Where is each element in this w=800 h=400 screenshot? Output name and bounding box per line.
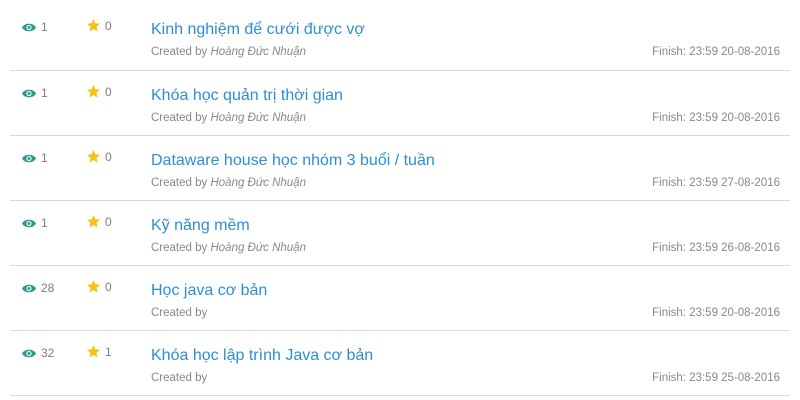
star-count: 0	[86, 84, 112, 99]
created-by: Created by Hoàng Đức Nhuận	[151, 46, 306, 58]
created-by-label: Created by	[151, 372, 208, 384]
list-item[interactable]: 1 0 Dataware house học nhóm 3 buổi / tuầ…	[10, 136, 790, 201]
created-by-label: Created by	[151, 242, 208, 254]
task-title-link[interactable]: Kỹ năng mềm	[151, 217, 250, 235]
star-count-value: 0	[105, 279, 112, 294]
author-name: Hoàng Đức Nhuận	[210, 46, 306, 58]
star-icon[interactable]	[86, 214, 101, 229]
star-count: 1	[86, 344, 112, 359]
task-title-link[interactable]: Học java cơ bản	[151, 282, 267, 300]
finish-time: Finish: 23:59 20-08-2016	[652, 307, 780, 319]
view-count-value: 1	[41, 216, 48, 230]
star-count-value: 0	[105, 84, 112, 99]
view-count: 1	[22, 20, 48, 34]
created-by-label: Created by	[151, 177, 208, 189]
view-count-value: 28	[41, 281, 55, 295]
star-count: 0	[86, 214, 112, 229]
star-count: 0	[86, 149, 112, 164]
view-count-value: 1	[41, 86, 48, 100]
list-item[interactable]: 28 0 Học java cơ bản Created by Finish: …	[10, 266, 790, 331]
task-list: 1 0 Kinh nghiệm để cưới được vợ Created …	[10, 5, 790, 396]
created-by-label: Created by	[151, 46, 208, 58]
created-by: Created by Hoàng Đức Nhuận	[151, 242, 306, 254]
list-item[interactable]: 1 0 Kinh nghiệm để cưới được vợ Created …	[10, 5, 790, 71]
view-count: 32	[22, 346, 54, 360]
author-name: Hoàng Đức Nhuận	[210, 242, 306, 254]
finish-time: Finish: 23:59 27-08-2016	[652, 177, 780, 189]
created-by: Created by Hoàng Đức Nhuận	[151, 177, 306, 189]
created-by: Created by	[151, 307, 207, 319]
star-icon[interactable]	[86, 18, 101, 33]
eye-icon	[22, 284, 36, 292]
star-icon[interactable]	[86, 149, 101, 164]
view-count: 28	[22, 281, 54, 295]
star-count-value: 0	[105, 149, 112, 164]
star-icon[interactable]	[86, 279, 101, 294]
view-count-value: 32	[41, 346, 55, 360]
list-item[interactable]: 1 0 Khóa học quản trị thời gian Created …	[10, 71, 790, 136]
list-item[interactable]: 1 0 Kỹ năng mềm Created by Hoàng Đức Nhu…	[10, 201, 790, 266]
star-count: 0	[86, 18, 112, 33]
task-title-link[interactable]: Khóa học quản trị thời gian	[151, 87, 343, 105]
eye-icon	[22, 23, 36, 31]
eye-icon	[22, 349, 36, 357]
created-by-label: Created by	[151, 112, 208, 124]
star-count-value: 0	[105, 18, 112, 33]
star-count-value: 1	[105, 344, 112, 359]
eye-icon	[22, 219, 36, 227]
list-item[interactable]: 32 1 Khóa học lập trình Java cơ bản Crea…	[10, 331, 790, 396]
eye-icon	[22, 154, 36, 162]
view-count-value: 1	[41, 151, 48, 165]
star-icon[interactable]	[86, 344, 101, 359]
star-count: 0	[86, 279, 112, 294]
finish-time: Finish: 23:59 20-08-2016	[652, 112, 780, 124]
created-by: Created by Hoàng Đức Nhuận	[151, 112, 306, 124]
task-title-link[interactable]: Dataware house học nhóm 3 buổi / tuần	[151, 152, 435, 170]
task-title-link[interactable]: Khóa học lập trình Java cơ bản	[151, 347, 373, 365]
finish-time: Finish: 23:59 20-08-2016	[652, 46, 780, 58]
star-count-value: 0	[105, 214, 112, 229]
view-count: 1	[22, 86, 48, 100]
view-count: 1	[22, 151, 48, 165]
finish-time: Finish: 23:59 26-08-2016	[652, 242, 780, 254]
author-name: Hoàng Đức Nhuận	[210, 177, 306, 189]
star-icon[interactable]	[86, 84, 101, 99]
eye-icon	[22, 89, 36, 97]
view-count: 1	[22, 216, 48, 230]
task-title-link[interactable]: Kinh nghiệm để cưới được vợ	[151, 21, 365, 39]
created-by: Created by	[151, 372, 207, 384]
author-name: Hoàng Đức Nhuận	[210, 112, 306, 124]
created-by-label: Created by	[151, 307, 208, 319]
finish-time: Finish: 23:59 25-08-2016	[652, 372, 780, 384]
view-count-value: 1	[41, 20, 48, 34]
